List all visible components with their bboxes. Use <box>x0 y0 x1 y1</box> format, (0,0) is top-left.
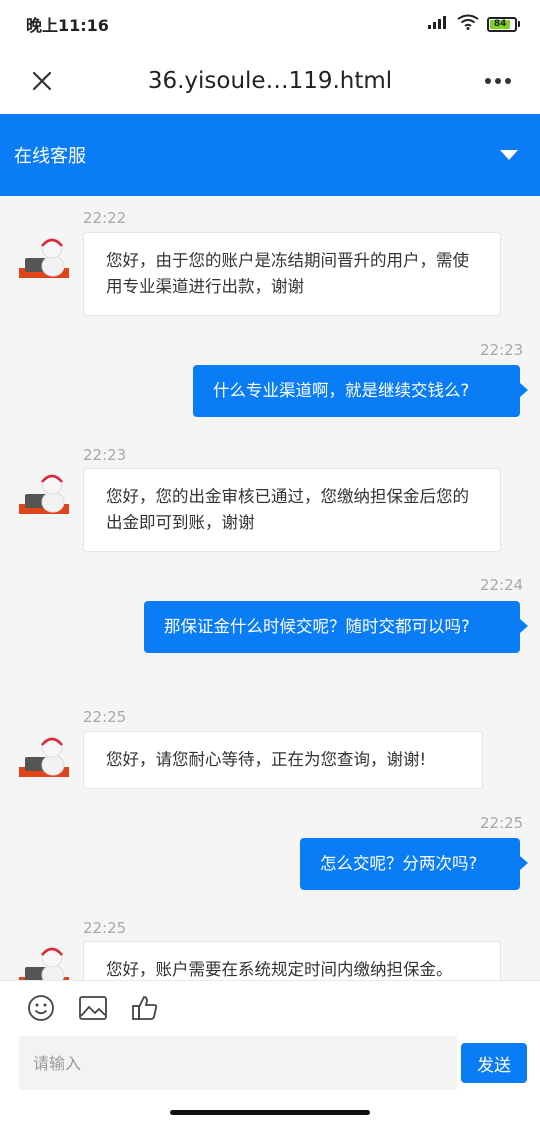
status-time: 晚上11:16 <box>26 16 109 35</box>
agent-avatar <box>19 232 69 282</box>
wifi-icon <box>457 14 479 34</box>
agent-avatar <box>19 941 69 980</box>
message-bubble: 您好，您的出金审核已通过，您缴纳担保金后您的出金即可到账，谢谢 <box>83 468 501 552</box>
message-time: 22:23 <box>480 341 524 359</box>
message-input[interactable] <box>19 1036 457 1090</box>
message-time: 22:25 <box>480 814 524 832</box>
page-url: 36.yisoule…119.html <box>147 68 393 94</box>
message-time: 22:25 <box>83 708 127 726</box>
agent-avatar <box>19 468 69 518</box>
battery-level: 84 <box>490 19 511 29</box>
close-icon[interactable] <box>0 48 84 114</box>
message-bubble: 您好，由于您的账户是冻结期间晋升的用户，需使用专业渠道进行出款，谢谢 <box>83 232 501 316</box>
emoji-icon[interactable] <box>26 993 56 1023</box>
thumbs-up-icon[interactable] <box>130 993 160 1023</box>
message-time: 22:25 <box>83 919 127 937</box>
message-bubble: 那保证金什么时候交呢？随时交都可以吗? <box>144 601 528 653</box>
message-time: 22:22 <box>83 209 127 227</box>
message-bubble: 怎么交呢？分两次吗? <box>300 838 528 890</box>
input-area: 发送 <box>0 980 540 1124</box>
caret-down-icon[interactable] <box>494 140 524 170</box>
home-indicator[interactable] <box>170 1110 370 1115</box>
message-list: 22:22 您好，由于您的账户是冻结期间晋升的用户，需使用专业渠道进行出款，谢谢… <box>0 196 540 980</box>
image-icon[interactable] <box>78 993 108 1023</box>
signal-icon <box>427 14 449 34</box>
message-bubble: 什么专业渠道啊，就是继续交钱么? <box>193 365 528 417</box>
status-icons: 84 <box>427 14 520 34</box>
more-icon[interactable] <box>456 48 540 114</box>
battery-icon: 84 <box>487 16 520 32</box>
send-button[interactable]: 发送 <box>461 1043 527 1083</box>
agent-avatar <box>19 731 69 781</box>
message-bubble: 您好，账户需要在系统规定时间内缴纳担保金。 <box>83 941 501 980</box>
browser-bar: 36.yisoule…119.html <box>0 48 540 114</box>
chat-header: 在线客服 <box>0 114 540 196</box>
status-bar: 晚上11:16 84 <box>0 0 540 48</box>
message-bubble: 您好，请您耐心等待，正在为您查询，谢谢! <box>83 731 483 789</box>
message-time: 22:23 <box>83 446 127 464</box>
input-toolbar <box>26 993 160 1023</box>
chat-title: 在线客服 <box>14 146 86 167</box>
message-time: 22:24 <box>480 576 524 594</box>
